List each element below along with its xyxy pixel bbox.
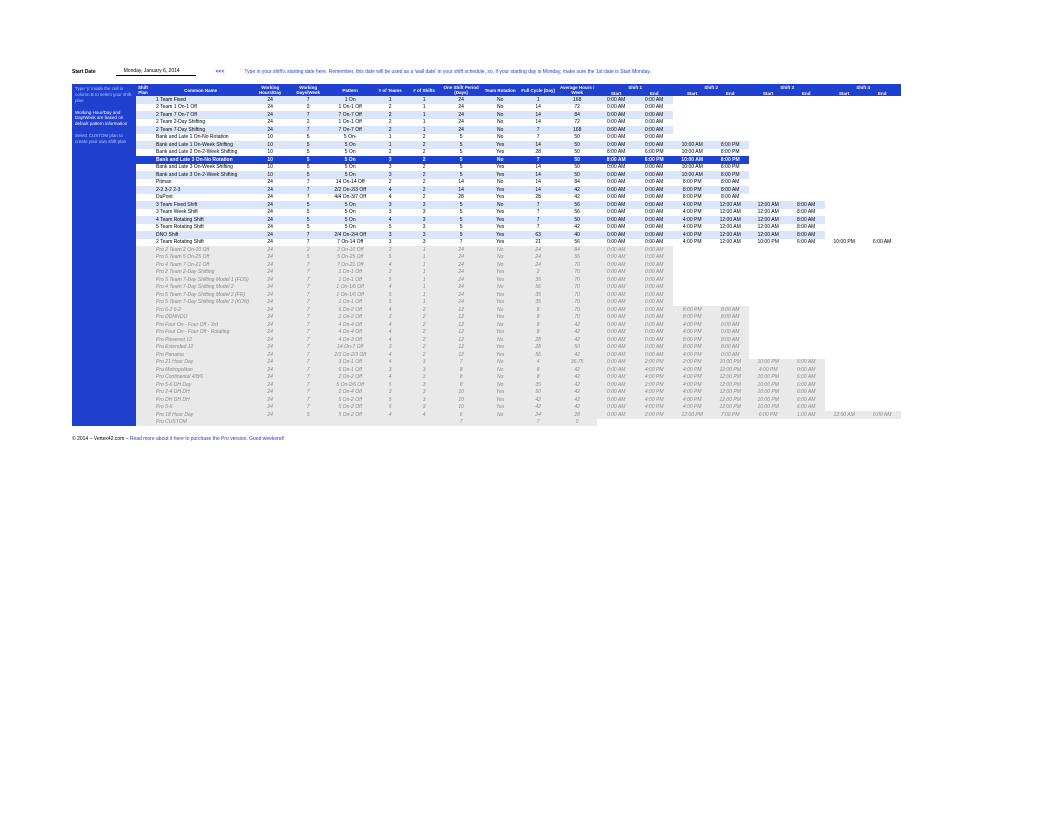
table-row[interactable]: 2 Team 7 On-7 Off2477 On-7 Off2124No1484… xyxy=(136,111,901,119)
sidebar-tip-2: Working Hour/Day and Day/Week are based … xyxy=(75,110,133,128)
table-row[interactable]: Pro 2-4 DH DH2472 On-4 Off3310Yes50420:0… xyxy=(136,389,901,397)
col-period: One Shift Period (Days) xyxy=(441,84,481,96)
col-plan: Shift Plan xyxy=(136,84,150,96)
col-days: Working Days/Week xyxy=(289,84,327,96)
table-row[interactable]: DNO Shift2472/4 On-2/4 Off339Yes63400:00… xyxy=(136,231,901,239)
table-row[interactable]: 1 Team Fixed2471 On1124No11680:00 AM0:00… xyxy=(136,96,901,104)
table-row[interactable]: Pro 4 Team 7 On-21 Off2477 On-21 Off4124… xyxy=(136,261,901,269)
table-row[interactable]: 5 Team Rotating Shift2455 On535Yes7420:0… xyxy=(136,224,901,232)
footer-link[interactable]: Read more about it here to purchase the … xyxy=(130,436,284,442)
table-row[interactable]: Bank and Late 1 On-Week Shifting1055 On1… xyxy=(136,141,901,149)
table-row[interactable]: 4 Team Rotating Shift2455 On435Yes7500:0… xyxy=(136,216,901,224)
table-row[interactable]: Bank and Late 2 On-2-Week Shifting1055 O… xyxy=(136,149,901,157)
table-row[interactable]: 2 Team 1 On-1 Off2431 On-1 Off2124No1472… xyxy=(136,104,901,112)
table-row[interactable]: Pro Powered 122474 On-3 Off4212No28420:0… xyxy=(136,336,901,344)
table-body: 1 Team Fixed2471 On1124No11680:00 AM0:00… xyxy=(136,96,901,426)
table-row[interactable]: Pro Metropolitan2476 On-1 Off338No8420:0… xyxy=(136,366,901,374)
table-row[interactable]: 2 Team 7-Day Shifting2477 On-7 Off2124No… xyxy=(136,126,901,134)
table-row[interactable]: Pro CUSTOM770 xyxy=(136,419,901,427)
top-row: Start Date Monday, January 6, 2014 <<< T… xyxy=(72,68,1057,76)
table-row[interactable]: Pro Four On - Four Off - 3rd2474 On-4 Of… xyxy=(136,321,901,329)
start-date-label: Start Date xyxy=(72,69,96,75)
table-row[interactable]: Pro 21 Hour Day2473 On-1 Off437No436.750… xyxy=(136,359,901,367)
table-row[interactable]: DuPont2474/4 On-3/7 Off4228Yes28420:00 A… xyxy=(136,194,901,202)
sidebar-tip-1: Type 'y' inside the cell in column B to … xyxy=(75,86,133,104)
start-date-input[interactable]: Monday, January 6, 2014 xyxy=(116,68,196,76)
table-row[interactable]: 2 Team 2-Day Shifting2421 On-1 Off2124No… xyxy=(136,119,901,127)
col-cycle: Full Cycle (Day) xyxy=(519,84,557,96)
table-row[interactable]: Pro 5 Team 5 On-25 Off2455 On-25 Off5124… xyxy=(136,254,901,262)
table-row[interactable]: 2 Team Rotating Shift2477 On-14 Off337Ye… xyxy=(136,239,901,247)
table-row[interactable]: Pro DDNNOO2472 On-2 Off3212Yes8700:00 AM… xyxy=(136,314,901,322)
col-shifts: # of Shifts xyxy=(407,84,441,96)
table-row[interactable]: Pro Extended 1224714 On-7 Off3212Yes2850… xyxy=(136,344,901,352)
col-teams: # of Teams xyxy=(373,84,407,96)
col-hours: Working Hours/Day xyxy=(251,84,289,96)
table-row[interactable]: Pro 5 Team 7-Day Shifting Model 3 (KON)2… xyxy=(136,299,901,307)
table-row[interactable]: Bank and Late 1 On-No Rotation1055 On-12… xyxy=(136,134,901,142)
table-row[interactable]: Pro 5-6 DH Day2475 On-2/6 Off538No35420:… xyxy=(136,381,901,389)
table-row[interactable]: 3 Team Week Shift2455 On335Yes7560:00 AM… xyxy=(136,209,901,217)
table-row[interactable]: 2-2 3-2 2-32472/2 On-2/3 Off4214Yes14420… xyxy=(136,186,901,194)
sidebar: Type 'y' inside the cell in column B to … xyxy=(72,84,136,426)
table-row[interactable]: Bank and Late 3 On-Week Shifting1055 On3… xyxy=(136,164,901,172)
table-row[interactable]: Pro Panama2472/3 On-2/3 Off4212Yes56420:… xyxy=(136,351,901,359)
start-date-hint: Type in your shift's starting date here.… xyxy=(244,69,651,75)
table-row[interactable]: Pro Four On - Four Off - Rotating2474 On… xyxy=(136,329,901,337)
table-row[interactable]: Pro 4 Team 7-Day Shifting Model 22471 On… xyxy=(136,284,901,292)
col-pattern: Pattern xyxy=(327,84,373,96)
table-row[interactable]: Bank and Late 3 On-No Rotation1055 On325… xyxy=(136,156,901,164)
table-row[interactable]: Pro 5 Team 7-Day Shifting Model 1 (FOS)2… xyxy=(136,276,901,284)
col-name: Common Name xyxy=(150,84,251,96)
table-row[interactable]: Pro 5-62475 On-2 Off5310Yes42420:00 AM4:… xyxy=(136,404,901,412)
table-row[interactable]: Pro DH DH DH2475 On-2 Off5310Yes42420:00… xyxy=(136,396,901,404)
table-row[interactable]: Pro 6-2 6-22476 On-2 Off4212No8700:00 AM… xyxy=(136,306,901,314)
sidebar-tip-3: Select CUSTOM plan to create your own sh… xyxy=(75,133,133,145)
table-row[interactable]: Pro Continental 4/8/62472 On-2 Off438No8… xyxy=(136,374,901,382)
table-row[interactable]: Pro 5 Team 7-Day Shifting Model 2 (FR)24… xyxy=(136,291,901,299)
arrow-icon: <<< xyxy=(216,69,225,75)
footer-copy: © 2014 – Vertex42.com – xyxy=(72,436,130,442)
table-row[interactable]: Bank and Late 3 On-2-Week Shifting1055 O… xyxy=(136,171,901,179)
table-row[interactable]: Pro 2 Team 2 On-10 Off2422 On-10 Off2124… xyxy=(136,246,901,254)
col-rot: Team Rotation xyxy=(481,84,519,96)
table-row[interactable]: Pitman24714 On-14 Off2214No14840:00 AM0:… xyxy=(136,179,901,187)
table-row[interactable]: 3 Team Fixed Shift2455 On335No7560:00 AM… xyxy=(136,201,901,209)
footer: © 2014 – Vertex42.com – Read more about … xyxy=(72,436,1057,442)
table-header: Shift Plan Common Name Working Hours/Day… xyxy=(136,84,901,96)
shift-table: Shift Plan Common Name Working Hours/Day… xyxy=(136,84,901,426)
table-row[interactable]: Pro 2 Team 2-Day Shifting2471 On-1 Off21… xyxy=(136,269,901,277)
col-avg: Average Hours / Week xyxy=(557,84,597,96)
table-row[interactable]: Pro 18 Hour Day2455 On-2 Off446No24280:0… xyxy=(136,411,901,419)
